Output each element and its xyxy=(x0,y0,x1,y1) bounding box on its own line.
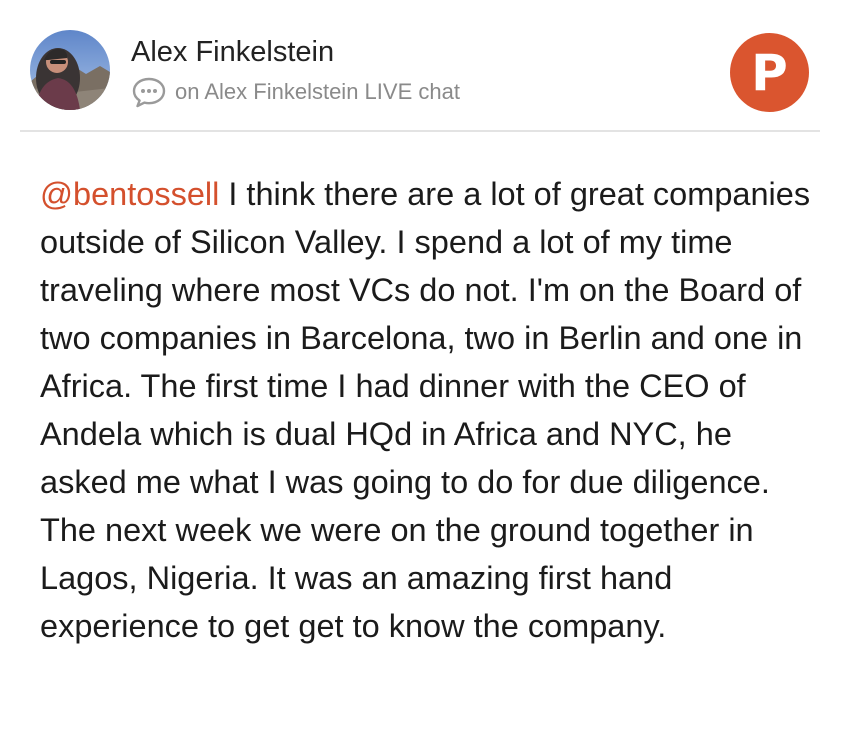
post-source[interactable]: on Alex Finkelstein LIVE chat xyxy=(131,76,460,108)
header-divider xyxy=(20,130,820,132)
post-message: @bentossell I think there are a lot of g… xyxy=(40,170,820,650)
source-label: on Alex Finkelstein LIVE chat xyxy=(175,79,460,104)
chat-bubble-icon xyxy=(131,76,167,108)
brand-letter: P xyxy=(751,43,788,102)
mention-link[interactable]: @bentossell xyxy=(40,176,219,212)
author-avatar[interactable] xyxy=(30,30,110,110)
product-hunt-logo-icon[interactable]: P xyxy=(730,33,809,112)
author-name[interactable]: Alex Finkelstein xyxy=(131,34,334,70)
avatar-photo-icon xyxy=(30,30,110,110)
message-body: I think there are a lot of great compani… xyxy=(40,176,811,644)
post-header: Alex Finkelstein on Alex Finkelstein LIV… xyxy=(0,0,843,130)
